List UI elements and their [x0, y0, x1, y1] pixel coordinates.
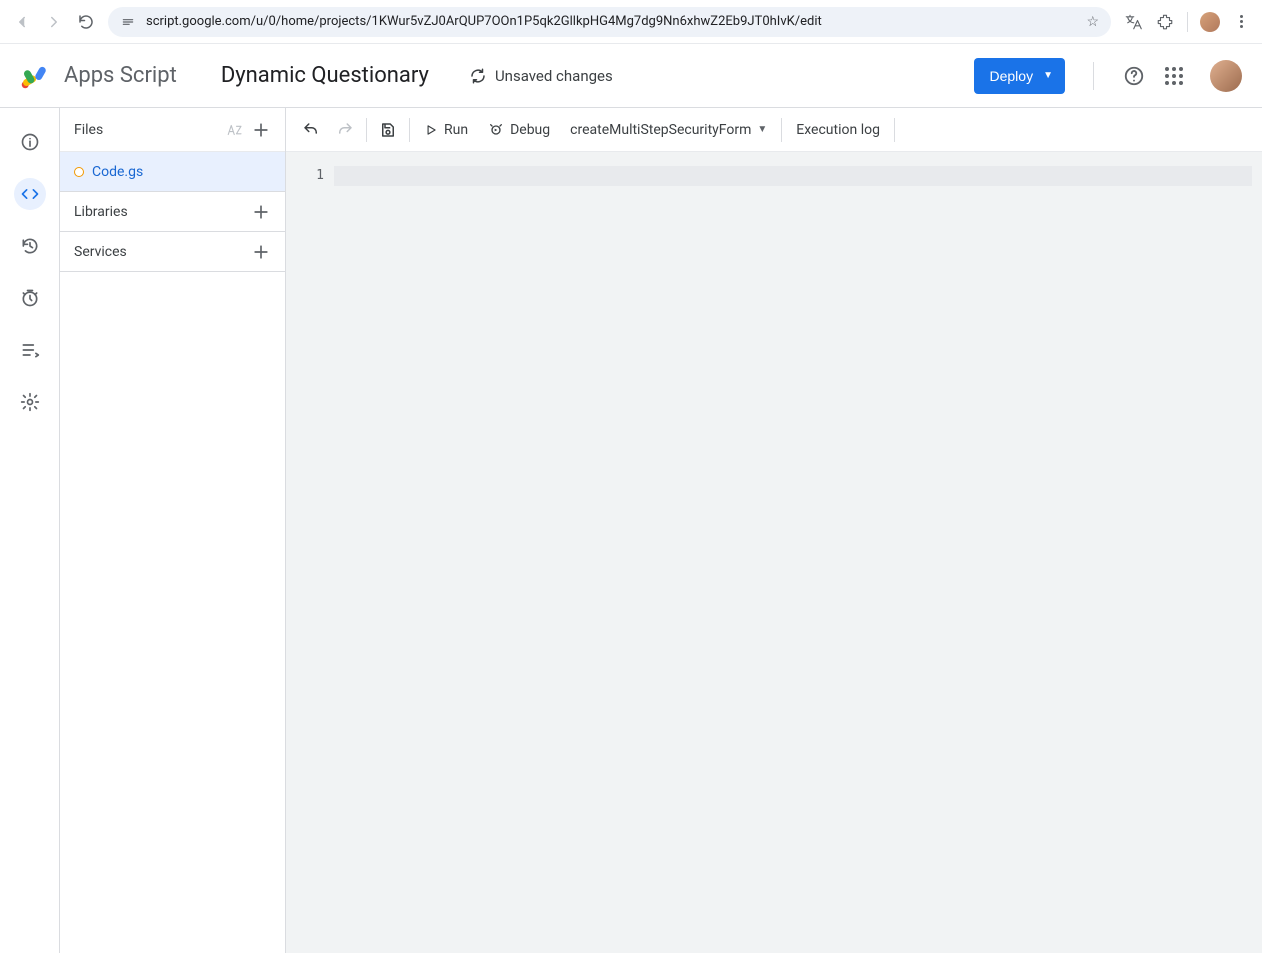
debug-label: Debug [510, 122, 550, 138]
extensions-icon[interactable] [1155, 12, 1175, 32]
bookmark-star-icon[interactable]: ☆ [1086, 14, 1099, 30]
sort-az-icon [225, 120, 245, 140]
file-panel: Files Code.gs Libraries Services [60, 108, 286, 953]
libraries-label: Libraries [74, 204, 128, 220]
function-selector[interactable]: createMultiStepSecurityForm ▼ [560, 122, 777, 138]
reload-button[interactable] [76, 12, 96, 32]
editor-area: Run Debug createMultiStepSecurityForm ▼ … [286, 108, 1262, 953]
user-avatar[interactable] [1210, 60, 1242, 92]
apps-script-logo-icon [20, 62, 48, 90]
toolbar-separator [366, 118, 367, 142]
files-header: Files [60, 108, 285, 152]
chrome-profile-avatar[interactable] [1200, 12, 1220, 32]
services-section: Services [60, 232, 285, 272]
rail-editor[interactable] [14, 178, 46, 210]
chrome-divider [1187, 12, 1188, 32]
add-file-button[interactable] [251, 120, 271, 140]
run-label: Run [444, 122, 468, 138]
chevron-down-icon: ▼ [1043, 70, 1053, 81]
debug-icon [488, 122, 504, 138]
file-item-codegs[interactable]: Code.gs [60, 152, 285, 192]
chrome-menu-button[interactable] [1232, 15, 1250, 28]
code-line[interactable] [334, 166, 1252, 186]
save-button[interactable] [371, 108, 405, 152]
address-bar[interactable]: script.google.com/u/0/home/projects/1KWu… [108, 7, 1111, 37]
toolbar-separator [894, 118, 895, 142]
run-button[interactable]: Run [414, 108, 478, 152]
sync-icon [469, 67, 487, 85]
undo-button[interactable] [294, 108, 328, 152]
function-selected-label: createMultiStepSecurityForm [570, 122, 751, 138]
debug-button[interactable]: Debug [478, 108, 560, 152]
unsaved-changes-indicator: Unsaved changes [469, 67, 613, 85]
toolbar-separator [409, 118, 410, 142]
redo-button [328, 108, 362, 152]
app-header: Apps Script Dynamic Questionary Unsaved … [0, 44, 1262, 108]
add-library-button[interactable] [251, 202, 271, 222]
url-text: script.google.com/u/0/home/projects/1KWu… [146, 14, 1076, 29]
execution-log-label: Execution log [796, 122, 880, 138]
code-lines[interactable] [334, 166, 1262, 953]
rail-overview[interactable] [14, 126, 46, 158]
browser-toolbar: script.google.com/u/0/home/projects/1KWu… [0, 0, 1262, 44]
site-info-icon[interactable] [120, 14, 136, 30]
project-title[interactable]: Dynamic Questionary [221, 63, 429, 88]
libraries-section: Libraries [60, 192, 285, 232]
nav-rail [0, 108, 60, 953]
files-header-label: Files [74, 122, 103, 138]
services-label: Services [74, 244, 127, 260]
code-editor[interactable]: 1 [286, 152, 1262, 953]
toolbar-separator [781, 118, 782, 142]
line-number: 1 [286, 166, 324, 186]
execution-log-button[interactable]: Execution log [786, 108, 890, 152]
deploy-label: Deploy [990, 68, 1034, 84]
chevron-down-icon: ▼ [757, 124, 767, 135]
rail-settings[interactable] [14, 386, 46, 418]
forward-button [44, 12, 64, 32]
back-button [12, 12, 32, 32]
header-divider [1093, 62, 1094, 90]
google-apps-icon[interactable] [1162, 64, 1186, 88]
file-name-label: Code.gs [92, 164, 143, 180]
rail-history[interactable] [14, 230, 46, 262]
help-icon[interactable] [1122, 64, 1146, 88]
translate-icon[interactable] [1123, 12, 1143, 32]
unsaved-dot-icon [74, 167, 84, 177]
rail-executions[interactable] [14, 334, 46, 366]
add-service-button[interactable] [251, 242, 271, 262]
deploy-button[interactable]: Deploy ▼ [974, 58, 1066, 94]
play-icon [424, 123, 438, 137]
line-gutter: 1 [286, 166, 334, 953]
unsaved-changes-label: Unsaved changes [495, 67, 613, 85]
rail-triggers[interactable] [14, 282, 46, 314]
product-name: Apps Script [64, 63, 177, 88]
editor-toolbar: Run Debug createMultiStepSecurityForm ▼ … [286, 108, 1262, 152]
